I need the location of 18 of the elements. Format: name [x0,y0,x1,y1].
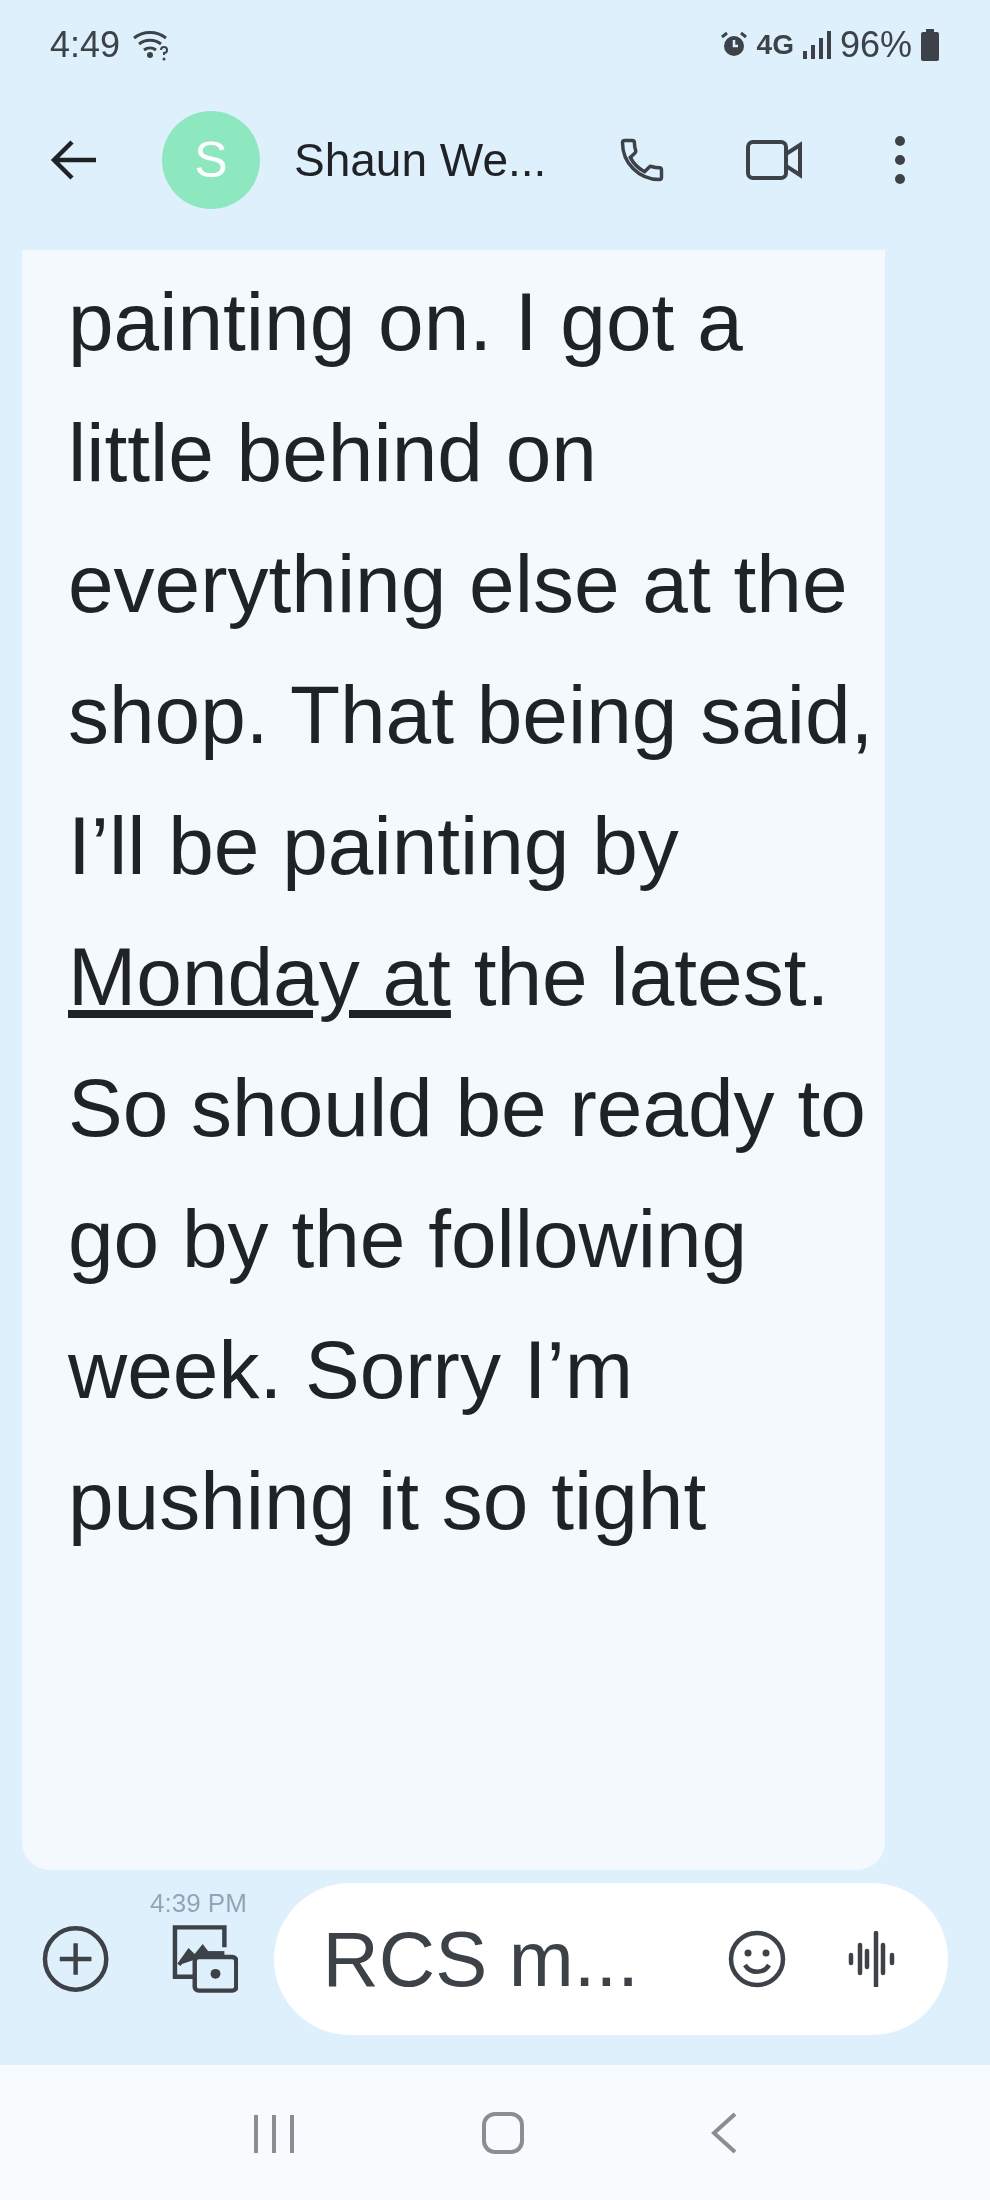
emoji-icon[interactable] [728,1930,786,1988]
video-call-icon[interactable] [746,140,805,180]
gallery-camera-icon[interactable] [171,1925,239,1993]
status-time: 4:49 [50,23,121,67]
contact-name[interactable]: Shaun We... [294,125,547,195]
voice-icon[interactable] [848,1931,896,1987]
date-link[interactable]: Monday at [68,931,451,1022]
battery-percent: 96% [839,23,912,67]
home-icon[interactable] [481,2110,525,2155]
message-text: painting on. I got a little behind on everything else at the shop. That being said, I’ll be painting by Monday at the latest. So should be ready to go by the following week. Sorry I’m pushing it so tight [68,275,875,1548]
signal-icon [801,31,832,59]
add-icon[interactable] [42,1925,110,1993]
more-options-icon[interactable] [894,135,907,185]
message-input[interactable]: RCS m... [274,1883,948,2035]
back-nav-icon[interactable] [709,2110,738,2155]
network-type: 4G [756,28,794,62]
battery-icon [920,29,940,61]
message-time: 4:39 PM [150,1888,247,1918]
